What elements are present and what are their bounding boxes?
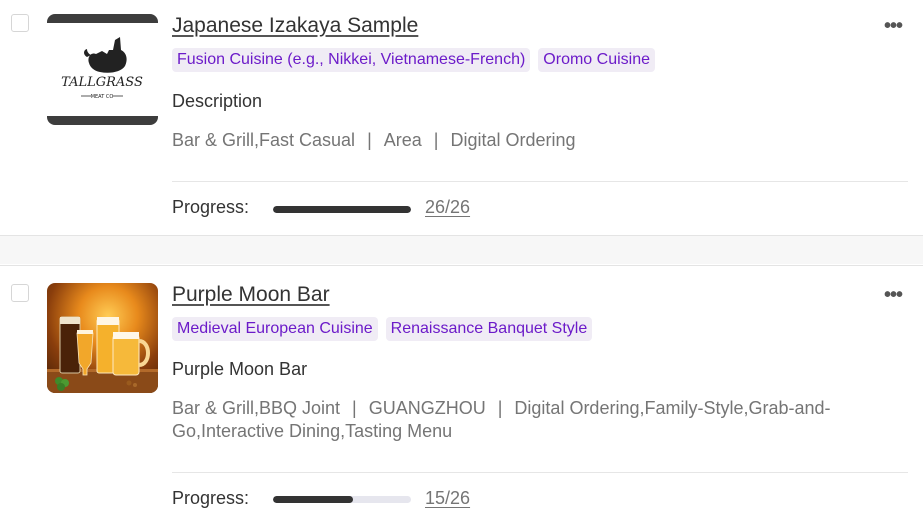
item-meta: Bar & Grill,Fast Casual | Area | Digital Ord…: [172, 129, 912, 152]
meta-area: GUANGZHOU: [368, 398, 486, 418]
thumbnail-image[interactable]: [47, 283, 158, 393]
cuisine-tag: Oromo Cuisine: [538, 48, 655, 72]
item-description: Purple Moon Bar: [172, 359, 308, 379]
cuisine-tag: Fusion Cuisine (e.g., Nikkei, Vietnamese…: [172, 48, 531, 72]
progress-bar: [273, 206, 411, 213]
thumbnail-border: [47, 116, 158, 125]
progress-count-link[interactable]: 15/26: [425, 488, 470, 509]
progress-fill: [273, 206, 411, 213]
item-meta: Bar & Grill,BBQ Joint | GUANGZHOU | Digital …: [172, 397, 912, 443]
list-item: Purple Moon Bar ••• Medieval European Cu…: [0, 265, 923, 520]
cuisine-tag: Medieval European Cuisine: [172, 317, 378, 341]
progress-bar: [273, 496, 411, 503]
item-description: Description: [172, 91, 263, 111]
more-horizontal-icon[interactable]: •••: [884, 283, 903, 307]
tag-list: Medieval European Cuisine Renaissance Ban…: [172, 317, 600, 341]
progress-fill: [273, 496, 353, 503]
meta-separator: |: [367, 130, 372, 150]
logo-subtitle: MEAT CO: [91, 94, 114, 100]
more-horizontal-icon[interactable]: •••: [884, 14, 903, 38]
select-checkbox[interactable]: [11, 284, 29, 302]
tag-list: Fusion Cuisine (e.g., Nikkei, Vietnamese…: [172, 48, 663, 72]
meta-separator: |: [352, 398, 357, 418]
list-item: TALLGRASS MEAT CO Japanese Izakaya Sampl…: [0, 0, 923, 236]
item-title-link[interactable]: Purple Moon Bar: [172, 283, 330, 307]
meta-separator: |: [497, 398, 503, 418]
divider: [172, 472, 908, 473]
meta-area: Area: [383, 130, 422, 150]
progress-count-link[interactable]: 26/26: [425, 197, 470, 218]
list-gap: [0, 236, 923, 264]
cuisine-tag: Renaissance Banquet Style: [385, 317, 593, 341]
divider: [172, 181, 908, 182]
tallgrass-logo: TALLGRASS MEAT CO: [61, 37, 143, 100]
select-checkbox[interactable]: [11, 14, 29, 32]
thumbnail-image[interactable]: TALLGRASS MEAT CO: [47, 14, 158, 125]
meta-category: Bar & Grill,Fast Casual: [172, 130, 356, 150]
logo-wordmark: TALLGRASS: [61, 75, 143, 90]
meta-service: Digital Ordering: [450, 130, 576, 150]
progress-label: Progress:: [172, 488, 250, 508]
beer-glasses-photo: [47, 316, 158, 393]
meta-category: Bar & Grill,BBQ Joint: [172, 398, 341, 418]
item-title-link[interactable]: Japanese Izakaya Sample: [172, 14, 418, 38]
meta-separator: |: [433, 130, 439, 150]
progress-label: Progress:: [172, 197, 250, 217]
